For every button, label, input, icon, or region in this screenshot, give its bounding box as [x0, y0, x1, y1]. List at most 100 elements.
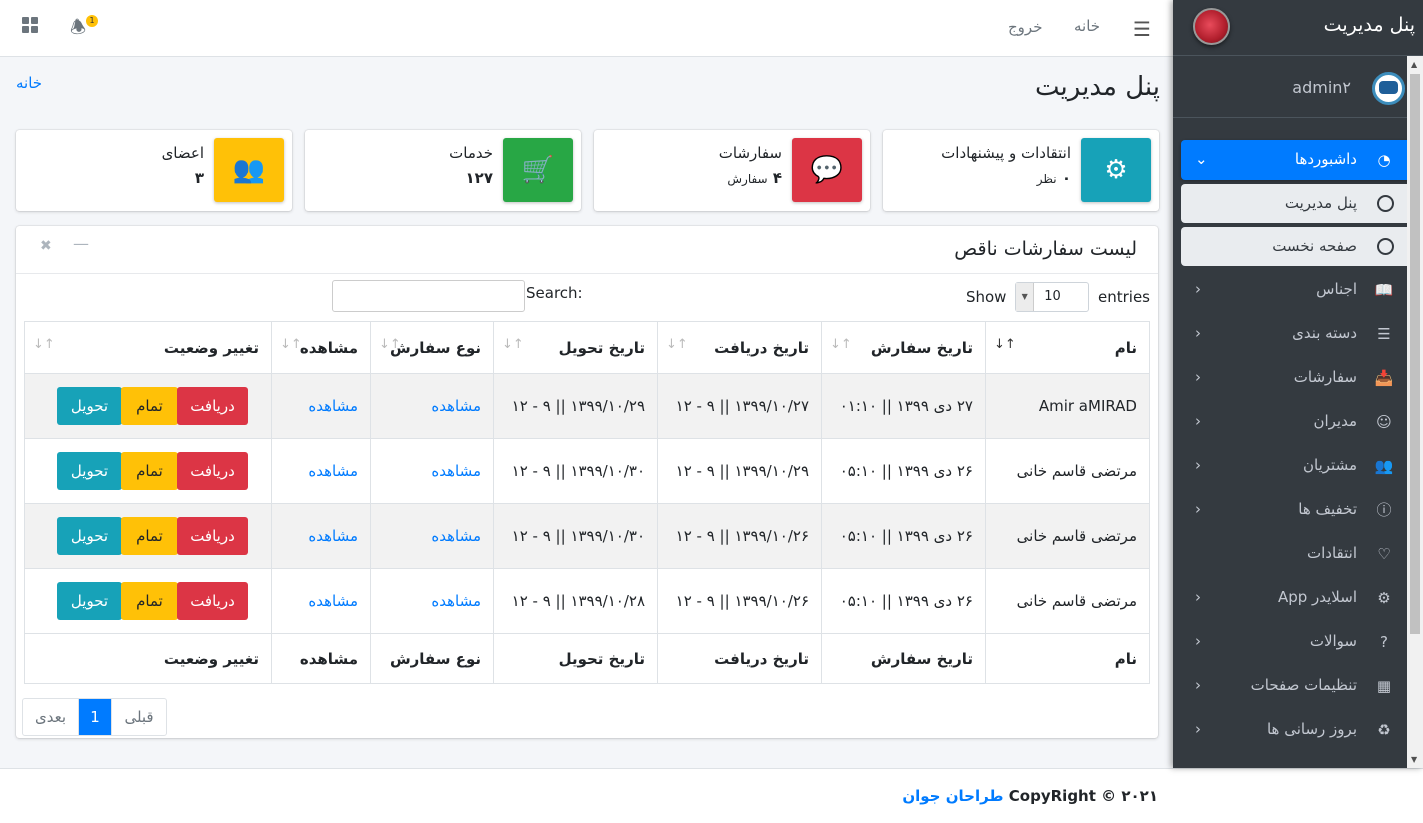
view-link[interactable]: مشاهده: [271, 373, 371, 439]
receive-button[interactable]: دریافت: [177, 387, 248, 425]
pagination-previous[interactable]: قبلی: [112, 699, 166, 735]
page-length-select[interactable]: ▼ 10: [1015, 282, 1090, 312]
settings-icon: ▦: [1376, 677, 1392, 695]
done-button[interactable]: تمام: [121, 452, 178, 490]
chevron-left-icon: ‹: [1195, 588, 1201, 606]
deliver-button[interactable]: تحویل: [57, 517, 122, 555]
col-header-receive-date[interactable]: تاریخ دریافت ↑↓: [657, 321, 822, 374]
sidebar-item-updates[interactable]: ♻ بروز رسانی ها ‹: [1181, 708, 1413, 752]
sidebar-scrollbar[interactable]: ▲ ▼: [1407, 56, 1423, 768]
receive-button[interactable]: دریافت: [177, 582, 248, 620]
sort-icon: ↑↓: [379, 337, 401, 352]
breadcrumb[interactable]: خانه: [16, 74, 42, 92]
scroll-down-icon[interactable]: ▼: [1411, 755, 1417, 764]
deliver-button[interactable]: تحویل: [57, 582, 122, 620]
receive-button[interactable]: دریافت: [177, 517, 248, 555]
pagination-current-page[interactable]: 1: [78, 699, 113, 735]
sidebar-item-dashboards[interactable]: ◔ داشبوردها ⌄: [1181, 140, 1413, 180]
sidebar-item-label: تخفیف ها: [1298, 500, 1357, 518]
info-box-services: 🛒 خدمات ۱۲۷: [305, 130, 581, 211]
info-box-unit: سفارش: [727, 172, 768, 186]
order-type-link[interactable]: مشاهده: [370, 373, 494, 439]
sidebar-brand[interactable]: پنل مدیریت: [1173, 0, 1423, 56]
table-footer-row: نام تاریخ سفارش تاریخ دریافت تاریخ تحویل…: [24, 633, 1150, 684]
sidebar-item-managers[interactable]: ☺ مدیران ‹: [1181, 400, 1413, 444]
done-button[interactable]: تمام: [121, 517, 178, 555]
col-label: تاریخ تحویل: [558, 338, 645, 357]
info-box-members: 👥 اعضای ۳: [16, 130, 292, 211]
done-button[interactable]: تمام: [121, 387, 178, 425]
entries-label: entries: [1098, 288, 1150, 306]
sidebar-item-label: اجناس: [1316, 280, 1357, 298]
info-box-value-wrap: ۴ سفارش: [727, 169, 782, 187]
col-header-status-change[interactable]: تغییر وضعیت ↑↓: [24, 321, 272, 374]
sidebar-item-questions[interactable]: ? سوالات ‹: [1181, 620, 1413, 664]
col-header-deliver-date[interactable]: تاریخ تحویل ↑↓: [493, 321, 658, 374]
view-link[interactable]: مشاهده: [271, 568, 371, 634]
col-label: نوع سفارش: [389, 338, 481, 357]
view-link[interactable]: مشاهده: [271, 503, 371, 569]
cell-name: مرتضی قاسم خانی: [985, 438, 1150, 504]
nav-home-link[interactable]: خانه: [1074, 17, 1100, 35]
dashboard-icon: ◔: [1377, 151, 1391, 169]
cell-deliver-date: ۱۳۹۹/۱۰/۲۹ || ۹ - ۱۲: [493, 373, 658, 439]
nav-logout-link[interactable]: خروج: [1008, 18, 1042, 36]
info-box-value-wrap: ۰ نظر: [1037, 169, 1071, 187]
footer-col-receive-date: تاریخ دریافت: [657, 633, 822, 684]
cart-icon: 🛒: [503, 138, 573, 202]
sidebar-subitem-admin-panel[interactable]: پنل مدیریت: [1181, 184, 1413, 223]
deliver-button[interactable]: تحویل: [57, 387, 122, 425]
col-header-view[interactable]: مشاهده ↑↓: [271, 321, 371, 374]
cell-actions: دریافتتمامتحویل: [24, 373, 272, 439]
search-input[interactable]: [332, 280, 525, 312]
page-footer: ۲۰۲۱ © CopyRight طراحان جوان: [0, 768, 1423, 823]
sidebar-subitem-label: صفحه نخست: [1272, 237, 1357, 255]
done-button[interactable]: تمام: [121, 582, 178, 620]
users-icon: 👥: [214, 138, 284, 202]
user-circle-icon: ☺: [1376, 413, 1392, 431]
sidebar-item-customers[interactable]: 👥 مشتریان ‹: [1181, 444, 1413, 488]
author-link[interactable]: طراحان جوان: [902, 787, 1003, 805]
page-length-control: Show ▼ 10 entries: [966, 282, 1150, 312]
cell-order-date: ۲۶ دی ۱۳۹۹ || ۰۵:۱۰: [821, 503, 986, 569]
copyright-year: ۲۰۲۱ ©: [1101, 787, 1158, 805]
collapse-icon[interactable]: —: [73, 234, 89, 253]
avatar: [1372, 72, 1405, 105]
view-link[interactable]: مشاهده: [271, 438, 371, 504]
footer-col-name: نام: [985, 633, 1150, 684]
sidebar-item-page-settings[interactable]: ▦ تنظیمات صفحات ‹: [1181, 664, 1413, 708]
col-label: تاریخ سفارش: [870, 338, 973, 357]
copyright-label: CopyRight: [1008, 787, 1096, 805]
col-header-order-type[interactable]: نوع سفارش ↑↓: [370, 321, 494, 374]
bell-icon[interactable]: 🕭: [70, 15, 86, 45]
cell-name: Amir aMIRAD: [985, 373, 1150, 439]
order-type-link[interactable]: مشاهده: [370, 438, 494, 504]
list-icon: ☰: [1377, 325, 1391, 343]
sidebar-item-discounts[interactable]: ⓘ تخفیف ها ‹: [1181, 488, 1413, 532]
sidebar-item-orders[interactable]: 📥 سفارشات ‹: [1181, 356, 1413, 400]
sidebar-item-app-slider[interactable]: ⚙ اسلایدر App ‹: [1181, 576, 1413, 620]
sidebar-item-products[interactable]: 📖 اجناس ‹: [1181, 268, 1413, 312]
sidebar-item-categories[interactable]: ☰ دسته بندی ‹: [1181, 312, 1413, 356]
order-type-link[interactable]: مشاهده: [370, 568, 494, 634]
col-label: نام: [1114, 338, 1137, 357]
apps-grid-icon[interactable]: [22, 17, 39, 34]
info-box-value: ۱۲۷: [465, 169, 493, 187]
col-header-order-date[interactable]: تاریخ سفارش ↑↓: [821, 321, 986, 374]
info-box-title: خدمات: [449, 144, 493, 162]
scrollbar-thumb[interactable]: [1410, 74, 1420, 634]
col-header-name[interactable]: نام ↑↓: [985, 321, 1150, 374]
receive-button[interactable]: دریافت: [177, 452, 248, 490]
hamburger-menu-icon[interactable]: ☰: [1133, 17, 1151, 41]
chevron-down-icon: ▼: [1016, 283, 1035, 311]
user-panel[interactable]: admin۲: [1173, 56, 1423, 118]
deliver-button[interactable]: تحویل: [57, 452, 122, 490]
close-icon[interactable]: ✖: [40, 238, 52, 254]
order-type-link[interactable]: مشاهده: [370, 503, 494, 569]
sidebar-item-label: دسته بندی: [1292, 324, 1357, 342]
sidebar-item-critiques[interactable]: ♡ انتقادات: [1181, 532, 1413, 576]
sidebar-subitem-home[interactable]: صفحه نخست: [1181, 227, 1413, 266]
scroll-up-icon[interactable]: ▲: [1411, 60, 1417, 69]
pagination-next[interactable]: بعدی: [23, 699, 78, 735]
cell-name: مرتضی قاسم خانی: [985, 568, 1150, 634]
